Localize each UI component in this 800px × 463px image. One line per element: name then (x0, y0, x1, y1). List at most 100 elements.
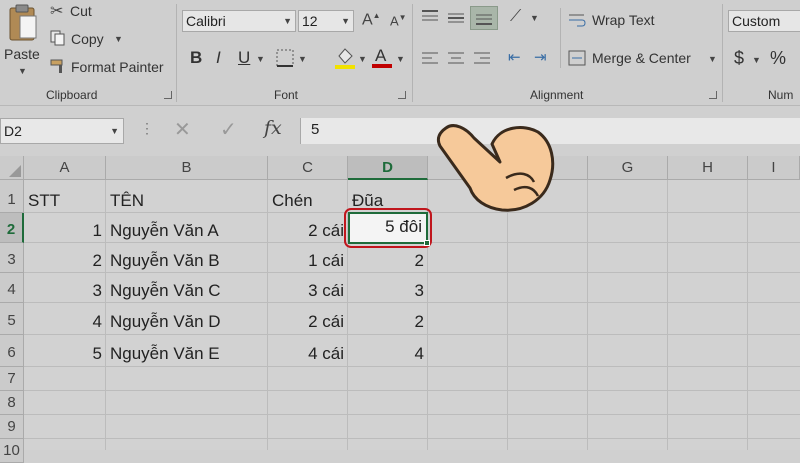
cell-b6[interactable]: Nguyễn Văn E (106, 335, 268, 367)
cell-b1[interactable]: TÊN (106, 180, 268, 213)
fill-handle[interactable] (424, 240, 430, 246)
column-header-b[interactable]: B (106, 156, 268, 180)
chevron-down-icon[interactable]: ▼ (358, 54, 367, 64)
align-right-icon[interactable] (472, 50, 492, 66)
cell-a2[interactable]: 1 (24, 213, 106, 243)
cell-c1[interactable]: Chén (268, 180, 348, 213)
wrap-text-button[interactable]: Wrap Text (568, 10, 698, 32)
merge-center-button[interactable]: Merge & Center ▼ (568, 48, 718, 70)
cell-a6[interactable]: 5 (24, 335, 106, 367)
cell-b5[interactable]: Nguyễn Văn D (106, 303, 268, 335)
paste-button[interactable]: Paste ▼ (2, 2, 42, 82)
cut-button[interactable]: ✂ Cut (50, 2, 150, 22)
cell-a4[interactable]: 3 (24, 273, 106, 303)
merge-center-icon (568, 50, 586, 66)
alignment-group-label: Alignment (530, 88, 584, 102)
cell-b4[interactable]: Nguyễn Văn C (106, 273, 268, 303)
cell-d4[interactable]: 3 (348, 273, 428, 303)
chevron-down-icon[interactable]: ▼ (752, 55, 761, 65)
borders-icon[interactable] (276, 49, 294, 67)
cell-a1[interactable]: STT (24, 180, 106, 213)
fill-color-icon[interactable] (334, 46, 356, 70)
cell-d2-value: 5 đôi (385, 217, 422, 236)
align-bottom-icon (476, 14, 492, 25)
group-divider (412, 4, 413, 102)
increase-font-size-icon[interactable]: A▲ (362, 11, 381, 29)
enter-icon[interactable]: ✓ (220, 117, 237, 142)
increase-indent-icon[interactable]: ⇥ (534, 48, 547, 66)
font-name-select[interactable]: Calibri ▼ (182, 10, 296, 32)
row-header[interactable]: 3 (0, 243, 24, 273)
wrap-text-icon (569, 14, 586, 27)
cell-c5[interactable]: 2 cái (268, 303, 348, 335)
scissors-icon: ✂ (50, 3, 64, 20)
row-header[interactable]: 1 (0, 180, 24, 213)
font-color-icon[interactable]: A (372, 44, 392, 70)
column-header-d[interactable]: D (348, 156, 428, 180)
name-box[interactable]: D2 ▼ (0, 118, 124, 144)
row-header[interactable]: 5 (0, 303, 24, 335)
column-header-g[interactable]: G (588, 156, 668, 180)
column-header-a[interactable]: A (24, 156, 106, 180)
chevron-down-icon: ▼ (18, 66, 27, 76)
chevron-down-icon[interactable]: ▼ (256, 54, 265, 64)
decrease-indent-icon[interactable]: ⇤ (508, 48, 521, 66)
font-dialog-launcher-icon[interactable] (398, 91, 406, 99)
decrease-font-size-icon[interactable]: A▼ (390, 13, 407, 28)
alignment-dialog-launcher-icon[interactable] (709, 91, 717, 99)
orientation-icon[interactable]: ⟋ (510, 8, 521, 26)
more-icon[interactable]: ⋮ (140, 120, 154, 137)
column-header-c[interactable]: C (268, 156, 348, 180)
cell-b3[interactable]: Nguyễn Văn B (106, 243, 268, 273)
align-top-icon[interactable] (420, 8, 440, 24)
bold-icon[interactable]: B (190, 48, 202, 68)
format-painter-button[interactable]: Format Painter (50, 57, 175, 77)
row-header[interactable]: 7 (0, 367, 24, 391)
active-cell-d2[interactable]: 5 đôi (348, 212, 430, 246)
column-header-i[interactable]: I (748, 156, 800, 180)
underline-icon[interactable]: U (238, 48, 250, 68)
row-header[interactable]: 4 (0, 273, 24, 303)
name-box-value: D2 (4, 123, 22, 139)
row-header[interactable]: 8 (0, 391, 24, 415)
accounting-format-button[interactable]: $ (734, 48, 744, 69)
chevron-down-icon: ▼ (708, 54, 717, 64)
align-left-icon[interactable] (420, 50, 440, 66)
select-all-corner[interactable] (0, 156, 24, 180)
cell-c6[interactable]: 4 cái (268, 335, 348, 367)
italic-icon[interactable]: I (216, 48, 221, 68)
row-line (24, 438, 800, 439)
cell-a3[interactable]: 2 (24, 243, 106, 273)
font-size-select[interactable]: 12 ▼ (298, 10, 354, 32)
row-header[interactable]: 2 (0, 213, 24, 243)
wrap-text-label: Wrap Text (592, 12, 655, 28)
font-size-value: 12 (302, 13, 318, 29)
cell-a5[interactable]: 4 (24, 303, 106, 335)
chevron-down-icon[interactable]: ▼ (530, 13, 539, 23)
ribbon: Paste ▼ ✂ Cut Copy ▼ Format Painter Clip… (0, 0, 800, 106)
column-header-h[interactable]: H (668, 156, 748, 180)
cell-d6[interactable]: 4 (348, 335, 428, 367)
clipboard-dialog-launcher-icon[interactable] (164, 91, 172, 99)
chevron-down-icon[interactable]: ▼ (396, 54, 405, 64)
align-middle-icon[interactable] (446, 10, 466, 26)
cell-c2[interactable]: 2 cái (268, 213, 348, 243)
row-header[interactable]: 9 (0, 415, 24, 439)
cell-c3[interactable]: 1 cái (268, 243, 348, 273)
copy-button[interactable]: Copy ▼ (50, 29, 150, 49)
row-header[interactable]: 6 (0, 335, 24, 367)
percent-style-button[interactable]: % (770, 48, 786, 69)
number-format-select[interactable]: Custom (728, 10, 800, 32)
clipboard-group-label: Clipboard (46, 88, 98, 102)
cell-b2[interactable]: Nguyễn Văn A (106, 213, 268, 243)
chevron-down-icon[interactable]: ▼ (298, 54, 307, 64)
align-center-icon[interactable] (446, 50, 466, 66)
cancel-icon[interactable]: ✕ (174, 117, 191, 142)
insert-function-icon[interactable]: fx (264, 117, 282, 139)
cell-c4[interactable]: 3 cái (268, 273, 348, 303)
align-bottom-button[interactable] (470, 6, 498, 30)
row-header[interactable]: 10 (0, 439, 24, 463)
cell-d5[interactable]: 2 (348, 303, 428, 335)
clipboard-icon (9, 4, 37, 41)
number-format-value: Custom (732, 13, 781, 29)
